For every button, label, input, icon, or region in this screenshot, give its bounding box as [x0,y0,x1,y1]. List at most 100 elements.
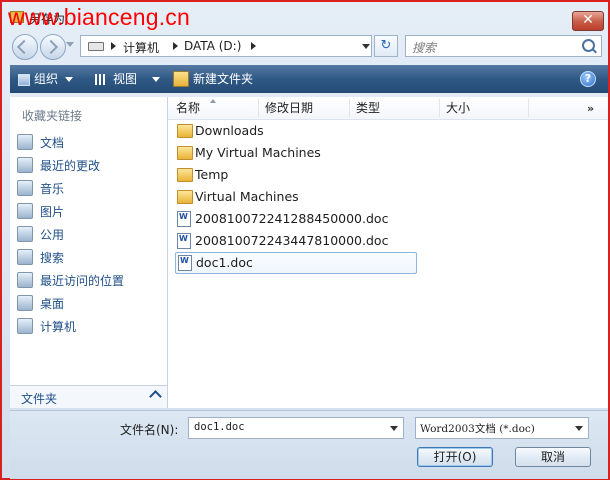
breadcrumb-computer[interactable]: 计算机 [123,39,159,56]
file-name: doc1.doc [196,255,253,270]
sidebar-item-label: 文档 [40,136,65,150]
column-divider[interactable] [439,99,440,117]
refresh-button[interactable]: ↻ [374,35,398,57]
column-name[interactable]: 名称 [176,97,200,119]
navigation-row: 计算机 DATA (D:) ↻ 搜索 [2,32,608,60]
organize-label: 组织 [34,72,59,86]
list-item[interactable]: Temp [175,165,415,185]
sidebar-item-computer[interactable]: 计算机 [17,316,162,336]
recent-pages-dropdown[interactable] [66,42,74,47]
public-icon [17,226,33,242]
word-document-icon [178,255,192,271]
sidebar-item-pictures[interactable]: 图片 [17,201,162,221]
file-name: Downloads [195,123,264,138]
chevron-up-icon[interactable] [149,390,162,403]
close-button[interactable]: ✕ [572,11,604,31]
computer-icon [17,318,33,334]
list-item-selected[interactable]: doc1.doc [175,252,417,274]
list-item[interactable]: 200810072243447810000.doc [175,231,415,251]
filename-value: doc1.doc [194,421,245,433]
pictures-icon [17,203,33,219]
folders-label: 文件夹 [21,392,58,406]
views-icon [95,74,106,85]
file-name: Temp [195,167,229,182]
sidebar-item-label: 搜索 [40,251,65,265]
list-item[interactable]: Downloads [175,121,415,141]
folder-icon [177,190,193,204]
column-divider[interactable] [528,99,529,117]
search-input[interactable]: 搜索 [405,35,602,57]
chevron-down-icon[interactable] [362,44,370,49]
back-button[interactable] [12,34,38,60]
cancel-button[interactable]: 取消 [515,447,591,467]
column-divider[interactable] [349,99,350,117]
chevron-down-icon[interactable] [575,426,583,431]
list-item[interactable]: My Virtual Machines [175,143,415,163]
folders-toggle-bar[interactable]: 文件夹 [10,385,167,408]
music-icon [17,180,33,196]
chevron-right-icon[interactable] [111,42,116,50]
column-type[interactable]: 类型 [356,97,380,119]
search-placeholder: 搜索 [412,41,437,55]
column-date-modified[interactable]: 修改日期 [265,97,313,119]
views-menu[interactable]: 视图 [113,65,161,93]
folder-icon [177,146,193,160]
list-item[interactable]: Virtual Machines [175,187,415,207]
filename-field[interactable]: doc1.doc [188,417,404,439]
recent-changes-icon [17,157,33,173]
sidebar-item-label: 图片 [40,205,65,219]
sort-ascending-icon [210,99,216,103]
column-header-row: 名称 修改日期 类型 大小 » [168,97,608,120]
sidebar-item-recent-places[interactable]: 最近访问的位置 [17,270,162,290]
recent-places-icon [17,272,33,288]
sidebar-item-searches[interactable]: 搜索 [17,247,162,267]
command-toolbar: 组织 视图 新建文件夹 ? [10,65,608,93]
file-type-value: Word2003文档 (*.doc) [420,423,535,435]
sidebar-item-label: 计算机 [40,320,77,334]
chevron-down-icon [152,77,161,82]
word-document-icon [177,233,191,249]
sidebar-item-documents[interactable]: 文档 [17,132,162,152]
organize-menu[interactable]: 组织 [34,65,74,93]
word-document-icon [177,211,191,227]
forward-button[interactable] [40,34,66,60]
sidebar-item-desktop[interactable]: 桌面 [17,293,162,313]
column-size[interactable]: 大小 [446,97,470,119]
new-folder-button[interactable]: 新建文件夹 [193,65,253,93]
search-icon[interactable] [582,39,595,52]
breadcrumb-drive[interactable]: DATA (D:) [184,39,241,53]
filename-label: 文件名(N): [120,423,179,437]
chevron-right-icon[interactable] [251,42,256,50]
sidebar-item-label: 音乐 [40,182,65,196]
list-item[interactable]: 200810072241288450000.doc [175,209,415,229]
file-name: My Virtual Machines [195,145,321,160]
new-folder-icon [173,71,189,87]
favorites-pane: 收藏夹链接 文档 最近的更改 音乐 图片 公用 搜索 最近访问的位置 桌面 计算… [10,97,168,408]
sidebar-item-label: 最近访问的位置 [40,274,125,288]
open-button[interactable]: 打开(O) [417,447,493,467]
sidebar-item-recent-changes[interactable]: 最近的更改 [17,155,162,175]
watermark: www.bianceng.cn [8,4,190,30]
chevron-down-icon[interactable] [390,426,398,431]
file-name: 200810072243447810000.doc [195,233,389,248]
more-columns-icon[interactable]: » [587,102,594,115]
sidebar-item-label: 公用 [40,228,65,242]
views-label: 视图 [113,72,138,86]
help-icon[interactable]: ? [580,71,596,87]
organize-icon [18,74,30,86]
chevron-down-icon [65,77,74,82]
documents-icon [17,134,33,150]
save-options-panel: 文件名(N): doc1.doc Word2003文档 (*.doc) 打开(O… [10,410,608,479]
sidebar-item-music[interactable]: 音乐 [17,178,162,198]
folder-icon [177,168,193,182]
chevron-right-icon[interactable] [173,42,178,50]
column-divider[interactable] [258,99,259,117]
favorites-heading: 收藏夹链接 [22,109,83,123]
file-list: 名称 修改日期 类型 大小 » Downloads My Virtual Mac… [168,97,608,408]
file-name: 200810072241288450000.doc [195,211,389,226]
address-bar[interactable]: 计算机 DATA (D:) [80,35,372,57]
sidebar-item-public[interactable]: 公用 [17,224,162,244]
file-type-select[interactable]: Word2003文档 (*.doc) [415,417,589,439]
save-as-dialog: 另存为 ✕ www.bianceng.cn 计算机 DATA (D:) ↻ 搜索… [0,0,610,480]
sidebar-item-label: 最近的更改 [40,159,101,173]
